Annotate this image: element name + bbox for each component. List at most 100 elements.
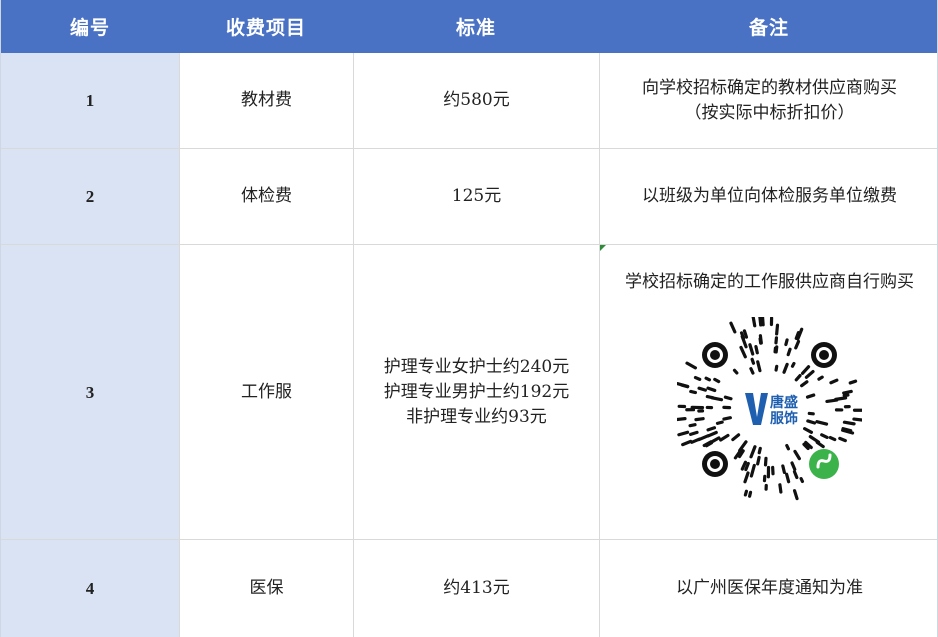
qr-module [706,426,717,432]
note-line: 学校招标确定的工作服供应商自行购买 [625,272,914,292]
table-row: 3 工作服 护理专业女护士约240元 护理专业男护士约192元 非护理专业约93… [1,245,937,540]
qr-module [828,435,837,442]
standard-line: 非护理专业约93元 [406,406,547,427]
qr-module [799,477,805,484]
header-number: 编号 [69,17,110,39]
qr-module [774,345,779,354]
header-notes: 备注 [748,17,789,39]
qr-module [749,367,755,375]
qr-module [690,437,702,444]
qr-module [806,419,817,425]
qr-module [722,416,732,421]
qr-module [743,489,749,497]
fee-item: 体检费 [179,149,353,244]
fee-standard: 约580元 [353,53,599,148]
qr-module [834,396,848,401]
qr-module [820,433,829,439]
qr-module [784,338,789,347]
row-number: 2 [1,149,179,244]
qr-module [758,337,763,345]
qr-module [681,439,693,447]
fee-standard: 约413元 [353,540,599,637]
qr-module [815,420,829,426]
qr-module [677,430,690,437]
qr-module [706,386,717,393]
qr-module [790,461,797,471]
table-row: 2 体检费 125元 以班级为单位向体检服务单位缴费 [1,149,937,245]
qr-module [754,345,759,355]
qr-module [842,420,856,426]
qr-module [705,394,715,400]
fee-item: 工作服 [179,245,353,539]
qr-module [817,375,824,381]
qr-module [688,423,697,428]
qr-module [848,379,858,385]
fee-standard: 护理专业女护士约240元 护理专业男护士约192元 非护理专业约93元 [353,245,599,539]
qr-module [757,446,762,455]
qr-module [790,361,796,368]
qr-module [757,312,763,327]
qr-module [704,376,712,382]
standard-line: 护理专业男护士约192元 [383,381,570,402]
qr-module [742,329,749,339]
qr-module [697,386,707,392]
fee-item: 教材费 [179,53,353,148]
fee-notes: 以广州医保年度通知为准 [599,540,938,637]
qr-module [748,343,755,356]
qr-module [713,377,721,384]
qr-code[interactable]: 唐盛 服饰 [672,312,867,502]
qr-module [672,417,687,422]
standard-line: 护理专业女护士约240元 [383,356,570,377]
comment-marker [600,245,606,251]
qr-module [842,389,853,395]
qr-module [756,360,762,373]
qr-module [689,389,698,395]
qr-module [800,365,811,375]
qr-module [676,382,690,389]
qr-module [749,463,756,478]
qr-module [785,472,791,484]
header-fee-item: 收费项目 [225,17,306,39]
qr-module [731,433,741,442]
qr-module [792,470,799,480]
table-row: 1 教材费 约580元 向学校招标确定的教材供应商购买 （按实际中标折扣价） [1,53,937,149]
qr-module [842,393,850,398]
qr-module [829,378,839,385]
qr-module [749,445,757,459]
qr-module [794,331,801,340]
qr-module [785,443,790,451]
row-number: 4 [1,540,179,637]
qr-module [793,449,801,461]
qr-module [715,420,724,425]
row-number: 3 [1,245,179,539]
fee-standard: 125元 [353,149,599,244]
note-line: 向学校招标确定的教材供应商购买 [642,77,897,98]
qr-module [739,331,746,340]
qr-module [744,461,750,472]
qr-module [800,380,809,388]
qr-module [841,427,853,433]
qr-module [778,483,783,494]
qr-module [756,455,761,466]
qr-module [748,490,753,498]
fee-notes: 学校招标确定的工作服供应商自行购买 唐盛 服饰 [599,245,938,539]
qr-module [719,433,730,442]
qr-module [815,440,825,449]
qr-module [750,357,756,365]
qr-module [805,393,816,399]
qr-module [729,321,737,334]
qr-module [711,436,721,443]
fee-item: 医保 [179,540,353,637]
qr-module [739,345,747,359]
qr-logo-text: 服饰 [770,410,798,427]
qr-module [786,347,792,357]
fee-table: 编号 收费项目 标准 备注 1 教材费 约580元 向学校招标确定的教材供应商购… [0,0,938,637]
qr-module [775,323,780,336]
qr-logo-text: 唐盛 [770,394,798,411]
qr-module [782,362,789,374]
qr-module [689,430,699,436]
header-standard: 标准 [455,17,496,39]
fee-notes: 以班级为单位向体检服务单位缴费 [599,149,938,244]
qr-module [732,368,739,375]
table-header: 编号 收费项目 标准 备注 [1,0,937,53]
